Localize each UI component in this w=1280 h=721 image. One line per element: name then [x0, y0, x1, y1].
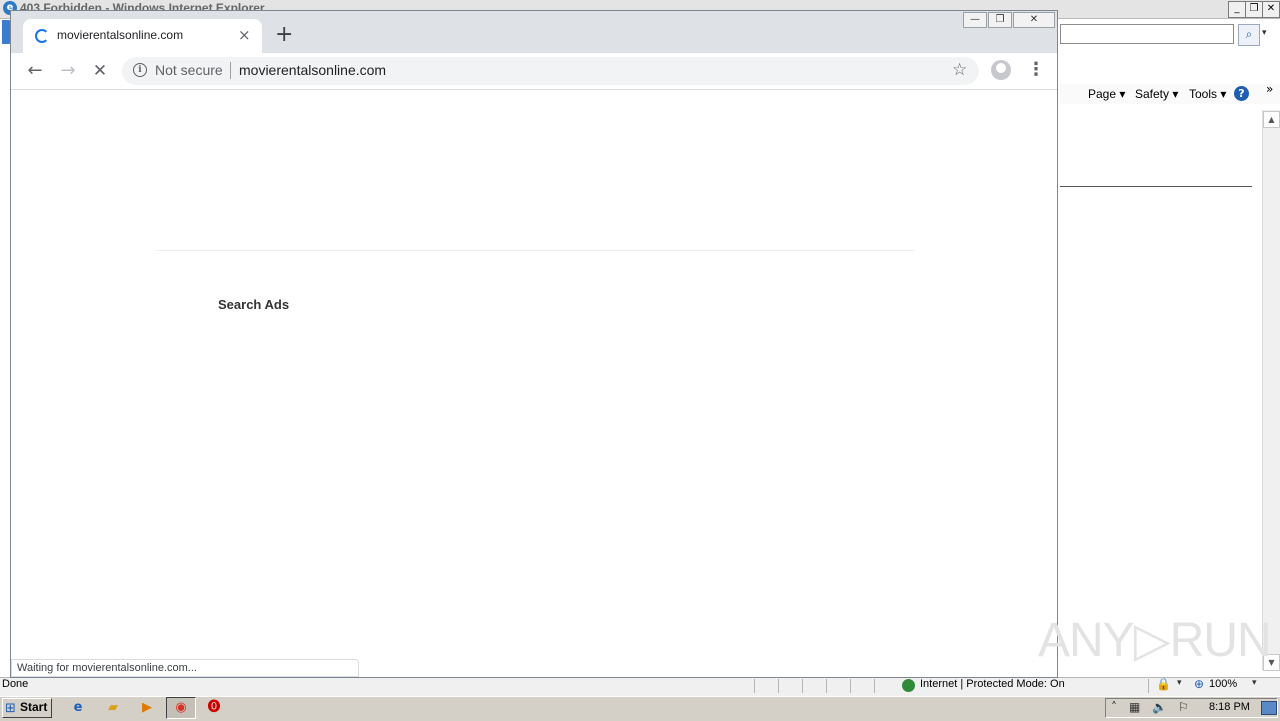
ie-restore-button[interactable]: ❐: [1245, 1, 1263, 18]
ie-taskbar-icon[interactable]: e: [66, 698, 90, 718]
ie-scroll-up-icon[interactable]: ▲: [1263, 111, 1280, 128]
loading-spinner-icon: [35, 29, 49, 43]
ie-help-icon[interactable]: ?: [1234, 86, 1249, 101]
ie-scrollbar[interactable]: [1262, 110, 1280, 670]
ie-minimize-button[interactable]: _: [1228, 1, 1246, 18]
stop-loading-button[interactable]: ✕: [89, 60, 111, 82]
ie-more-chevron-icon[interactable]: »: [1266, 82, 1273, 96]
ie-status-divider: [802, 679, 803, 693]
new-tab-button[interactable]: +: [275, 24, 293, 46]
ie-status-divider: [826, 679, 827, 693]
ie-close-button[interactable]: ✕: [1262, 1, 1280, 18]
chrome-taskbar-icon: ◉: [175, 700, 187, 715]
page-divider: [155, 250, 915, 251]
tab-close-icon[interactable]: ×: [238, 26, 251, 44]
globe-icon: [902, 679, 915, 692]
ie-page-menu[interactable]: Page ▾: [1088, 87, 1125, 101]
network-icon[interactable]: ▦: [1129, 700, 1140, 714]
forward-button[interactable]: →: [57, 60, 79, 82]
ie-content-divider: [1060, 186, 1252, 187]
ie-search-input[interactable]: [1060, 24, 1234, 44]
speaker-icon[interactable]: 🔈: [1152, 700, 1167, 714]
zoom-icon[interactable]: ⊕: [1194, 677, 1204, 691]
media-player-icon[interactable]: ▶: [135, 698, 159, 718]
url-text[interactable]: movierentalsonline.com: [239, 62, 386, 78]
ie-status-bar: [0, 677, 1280, 696]
search-ads-heading: Search Ads: [218, 297, 290, 312]
tray-expand-icon[interactable]: ˄: [1111, 700, 1117, 714]
start-label: Start: [20, 700, 48, 714]
anyrun-watermark: ANY▷RUN: [1038, 614, 1272, 667]
ie-search-dropdown-icon[interactable]: ▾: [1262, 28, 1267, 38]
lock-icon[interactable]: 🔒: [1156, 677, 1171, 691]
ie-tools-menu[interactable]: Tools ▾: [1189, 87, 1226, 101]
profile-head-icon: [996, 63, 1006, 73]
ie-status-divider: [874, 679, 875, 693]
chrome-window: [10, 10, 1058, 678]
ie-status-divider: [754, 679, 755, 693]
chrome-restore-button[interactable]: ❐: [988, 12, 1012, 28]
show-desktop-icon[interactable]: [1261, 701, 1277, 715]
folder-icon[interactable]: ▰: [101, 698, 125, 718]
chevron-down-icon[interactable]: ▾: [1177, 678, 1182, 688]
ie-zoom-level[interactable]: 100%: [1209, 678, 1237, 690]
taskbar-clock[interactable]: 8:18 PM: [1209, 701, 1250, 713]
chevron-down-icon[interactable]: ▾: [1252, 678, 1257, 688]
windows-flag-icon: ⊞: [5, 701, 16, 716]
info-icon[interactable]: i: [133, 63, 147, 77]
back-button[interactable]: ←: [24, 60, 46, 82]
bookmark-star-icon[interactable]: ☆: [952, 60, 967, 80]
ie-status-divider: [778, 679, 779, 693]
security-indicator[interactable]: Not secure: [155, 62, 223, 78]
opera-icon[interactable]: ⓿: [202, 698, 226, 718]
omnibox-divider: [230, 62, 231, 79]
ie-status-divider: [850, 679, 851, 693]
chrome-status-text: Waiting for movierentalsonline.com...: [17, 662, 197, 674]
chrome-close-button[interactable]: ✕: [1013, 12, 1055, 28]
ie-security-zone: Internet | Protected Mode: On: [920, 678, 1065, 690]
ie-search-icon[interactable]: ⌕: [1238, 24, 1260, 46]
chrome-menu-icon[interactable]: ⋮: [1027, 59, 1045, 81]
ie-status-text: Done: [2, 678, 29, 690]
ie-safety-menu[interactable]: Safety ▾: [1135, 87, 1178, 101]
ie-status-divider: [1148, 679, 1149, 693]
tab-title: movierentalsonline.com: [57, 28, 184, 42]
flag-icon[interactable]: ⚐: [1178, 700, 1189, 714]
chrome-minimize-button[interactable]: —: [963, 12, 987, 28]
